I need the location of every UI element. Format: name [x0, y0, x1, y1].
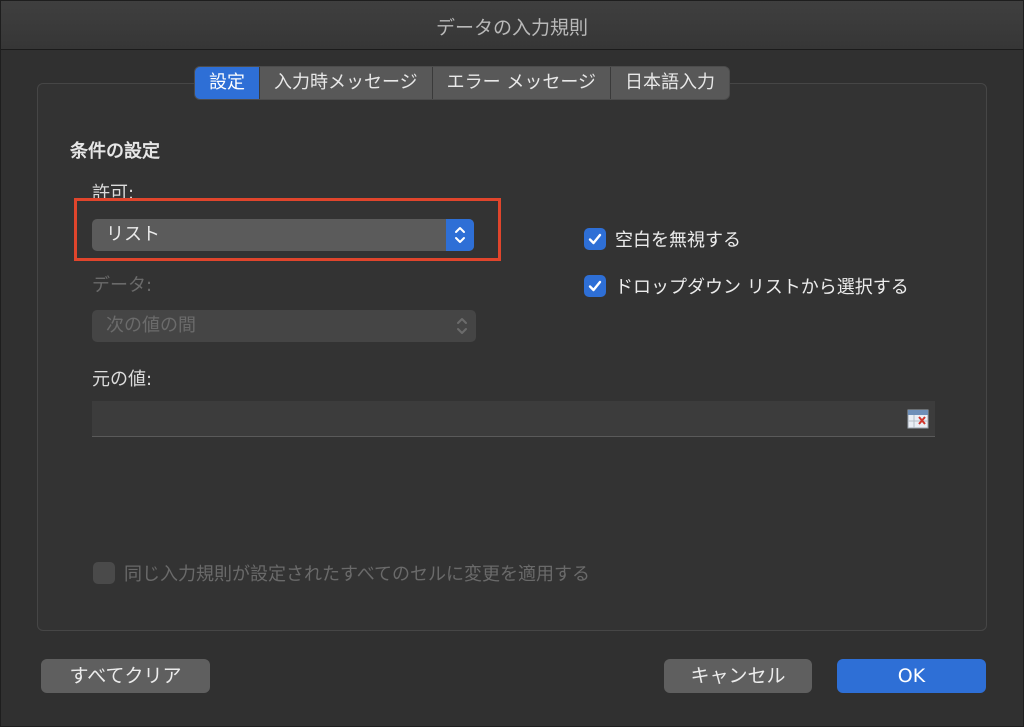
checkmark-icon: [588, 280, 602, 292]
criteria-heading: 条件の設定: [70, 141, 160, 162]
data-validation-dialog: データの入力規則 設定 入力時メッセージ エラー メッセージ 日本語入力 条件の…: [0, 0, 1024, 727]
tab-error-message[interactable]: エラー メッセージ: [431, 67, 611, 99]
ignore-blank-checkbox[interactable]: [584, 228, 606, 250]
data-label: データ:: [92, 275, 153, 296]
tab-input-message[interactable]: 入力時メッセージ: [259, 67, 432, 99]
tab-bar: 設定 入力時メッセージ エラー メッセージ 日本語入力: [194, 66, 731, 100]
data-select-stepper: [448, 310, 476, 342]
ignore-blank-label: 空白を無視する: [615, 230, 741, 251]
checkmark-icon: [588, 233, 602, 245]
source-input[interactable]: [92, 401, 935, 437]
apply-all-checkbox[interactable]: [93, 562, 115, 584]
ignore-blank-option[interactable]: 空白を無視する: [584, 226, 741, 252]
cancel-button[interactable]: キャンセル: [664, 659, 812, 693]
tab-japanese-input[interactable]: 日本語入力: [610, 67, 730, 99]
clear-all-button[interactable]: すべてクリア: [41, 659, 210, 693]
window-title: データの入力規則: [435, 17, 588, 39]
title-bar[interactable]: データの入力規則: [1, 1, 1023, 50]
dropdown-checkbox[interactable]: [584, 275, 606, 297]
range-select-icon[interactable]: [907, 409, 929, 429]
source-label: 元の値:: [92, 369, 153, 390]
dropdown-label: ドロップダウン リストから選択する: [615, 277, 909, 298]
chevron-up-down-icon: [457, 318, 467, 334]
dropdown-option[interactable]: ドロップダウン リストから選択する: [584, 273, 909, 299]
settings-panel: [37, 83, 987, 631]
apply-all-label: 同じ入力規則が設定されたすべてのセルに変更を適用する: [124, 564, 591, 585]
ok-button[interactable]: OK: [837, 659, 986, 693]
tab-settings[interactable]: 設定: [195, 67, 259, 99]
data-select-value: 次の値の間: [106, 315, 196, 336]
allow-highlight-box: [74, 198, 501, 261]
apply-all-option[interactable]: 同じ入力規則が設定されたすべてのセルに変更を適用する: [93, 560, 590, 586]
data-select[interactable]: 次の値の間: [92, 310, 476, 342]
